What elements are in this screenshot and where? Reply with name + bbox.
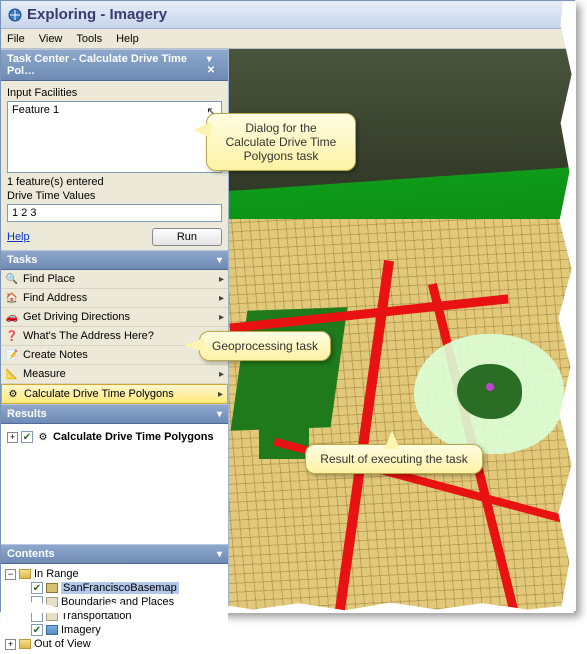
menubar: File View Tools Help [1, 29, 574, 49]
task-label: Calculate Drive Time Polygons [24, 388, 174, 400]
chevron-right-icon: ▸ [219, 274, 224, 285]
features-entered-text: 1 feature(s) entered [7, 176, 222, 188]
run-button[interactable]: Run [152, 228, 222, 246]
callout-result: Result of executing the task [305, 444, 483, 474]
out-of-view-group[interactable]: + Out of View [5, 637, 224, 651]
layer-sf-basemap[interactable]: ✔ SanFranciscoBasemap [5, 581, 224, 595]
task-label: Measure [23, 368, 66, 380]
gp-icon: ⚙ [6, 387, 20, 401]
task-label: Get Driving Directions [23, 311, 130, 323]
task-center-body: Input Facilities Feature 1 ↖ 1 feature(s… [1, 81, 228, 250]
task-driving-directions[interactable]: 🚗 Get Driving Directions ▸ [1, 308, 228, 327]
out-of-view-label: Out of View [34, 638, 91, 650]
collapse-icon[interactable]: ▾ ✕ [207, 54, 222, 76]
task-center-title: Task Center - Calculate Drive Time Pol… [7, 53, 207, 77]
titlebar: Exploring - Imagery [1, 1, 574, 29]
layer-label: Imagery [61, 624, 101, 636]
chevron-right-icon: ▸ [218, 389, 223, 400]
results-body: + ✔ ⚙ Calculate Drive Time Polygons [1, 424, 228, 544]
tasks-title: Tasks [7, 254, 37, 266]
task-find-address[interactable]: 🏠 Find Address ▸ [1, 289, 228, 308]
task-label: Find Address [23, 292, 87, 304]
drive-time-input[interactable] [7, 204, 222, 222]
task-label: What's The Address Here? [23, 330, 154, 342]
drive-time-polygon-inner [457, 364, 522, 419]
facility-point [486, 383, 494, 391]
folder-icon [19, 569, 31, 579]
input-facilities-label: Input Facilities [7, 87, 222, 99]
collapse-icon[interactable]: − [5, 569, 16, 580]
layer-icon [46, 625, 58, 635]
task-find-place[interactable]: 🔍 Find Place ▸ [1, 270, 228, 289]
task-center-header[interactable]: Task Center - Calculate Drive Time Pol… … [1, 49, 228, 81]
question-icon: ❓ [5, 329, 19, 343]
find-address-icon: 🏠 [5, 291, 19, 305]
drive-time-label: Drive Time Values [7, 190, 222, 202]
window-title: Exploring - Imagery [27, 6, 167, 23]
chevron-down-icon: ▾ [217, 409, 222, 420]
app-icon [7, 7, 23, 23]
menu-tools[interactable]: Tools [76, 33, 102, 45]
help-link[interactable]: Help [7, 231, 30, 243]
input-facilities-box[interactable]: Feature 1 ↖ [7, 101, 222, 173]
menu-view[interactable]: View [39, 33, 63, 45]
chevron-right-icon: ▸ [219, 293, 224, 304]
tasks-list: 🔍 Find Place ▸ 🏠 Find Address ▸ 🚗 Get Drivi… [1, 270, 228, 404]
layer-imagery[interactable]: ✔ Imagery [5, 623, 224, 637]
results-title: Results [7, 408, 47, 420]
facility-entry: Feature 1 [12, 104, 59, 116]
callout-dialog: Dialog for the Calculate Drive Time Poly… [206, 113, 356, 171]
task-calc-drive-time[interactable]: ⚙ Calculate Drive Time Polygons ▸ [1, 384, 228, 404]
callout-task: Geoprocessing task [199, 331, 331, 361]
menu-help[interactable]: Help [116, 33, 139, 45]
chevron-right-icon: ▸ [219, 312, 224, 323]
chevron-down-icon: ▾ [217, 549, 222, 560]
task-label: Find Place [23, 273, 75, 285]
callout-text: Dialog for the Calculate Drive Time Poly… [226, 121, 337, 163]
layer-checkbox[interactable]: ✔ [31, 624, 43, 636]
measure-icon: 📐 [5, 367, 19, 381]
in-range-group[interactable]: − In Range [5, 567, 224, 581]
layer-label: SanFranciscoBasemap [61, 582, 179, 594]
callout-text: Geoprocessing task [212, 339, 318, 353]
task-measure[interactable]: 📐 Measure ▸ [1, 365, 228, 384]
expand-icon[interactable]: + [5, 639, 16, 650]
driving-icon: 🚗 [5, 310, 19, 324]
in-range-label: In Range [34, 568, 79, 580]
expand-icon[interactable]: + [7, 432, 18, 443]
gp-result-icon: ⚙ [36, 430, 50, 444]
chevron-down-icon: ▾ [217, 255, 222, 266]
result-root[interactable]: + ✔ ⚙ Calculate Drive Time Polygons [5, 428, 224, 446]
menu-file[interactable]: File [7, 33, 25, 45]
folder-icon [19, 639, 31, 649]
result-label: Calculate Drive Time Polygons [53, 431, 214, 443]
notes-icon: 📝 [5, 348, 19, 362]
callout-text: Result of executing the task [320, 452, 467, 466]
app-window: Exploring - Imagery File View Tools Help… [0, 0, 575, 612]
result-checkbox[interactable]: ✔ [21, 431, 33, 443]
task-label: Create Notes [23, 349, 88, 361]
tasks-header[interactable]: Tasks ▾ [1, 250, 228, 270]
layer-checkbox[interactable]: ✔ [31, 582, 43, 594]
layer-icon [46, 583, 58, 593]
contents-title: Contents [7, 548, 55, 560]
contents-header[interactable]: Contents ▾ [1, 544, 228, 564]
find-place-icon: 🔍 [5, 272, 19, 286]
chevron-right-icon: ▸ [219, 369, 224, 380]
results-header[interactable]: Results ▾ [1, 404, 228, 424]
